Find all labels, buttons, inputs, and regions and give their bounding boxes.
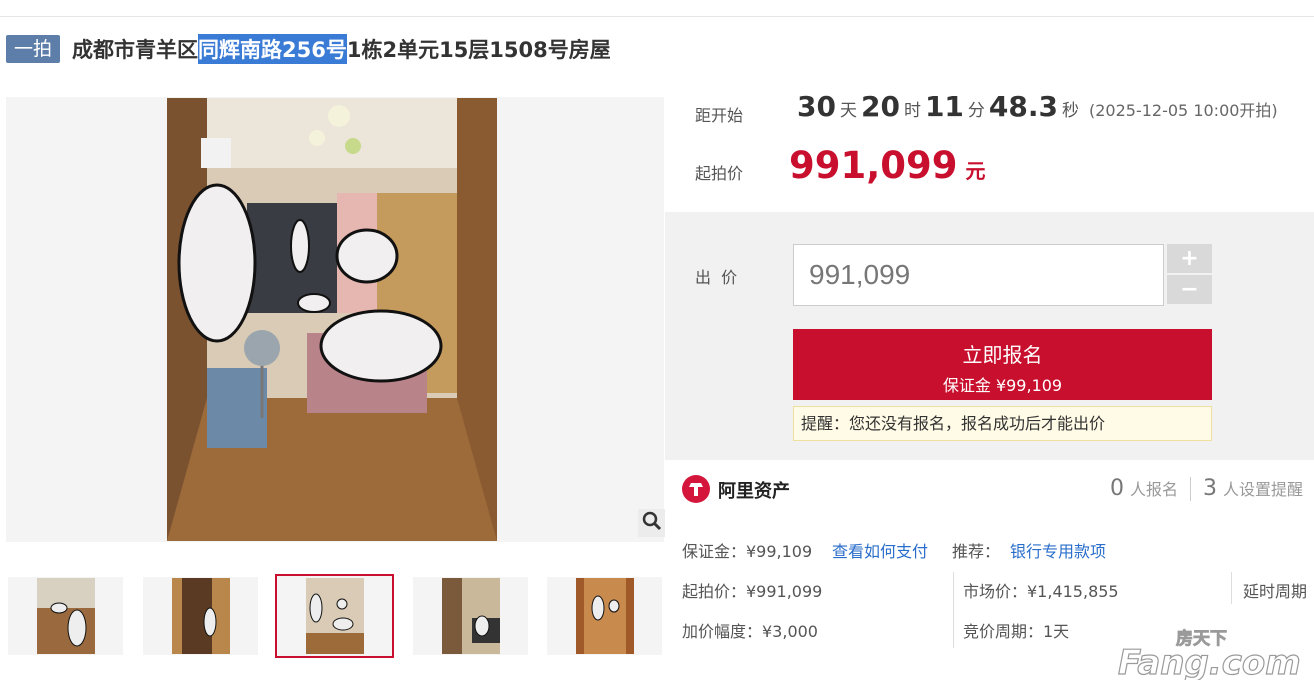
- start-price-info: 起拍价：¥991,099: [682, 582, 823, 601]
- main-photo-viewer: [6, 97, 666, 542]
- signup-deposit-label: 保证金 ¥99,109: [942, 376, 1063, 395]
- fang-watermark-logo: 房天下 Fang.com: [1114, 624, 1304, 684]
- thumbnail-2[interactable]: [143, 577, 258, 655]
- bank-payment-link[interactable]: 银行专用款项: [1010, 538, 1106, 562]
- details-divider-2: [1231, 572, 1232, 604]
- reminder-count-label: 人设置提醒: [1222, 480, 1303, 499]
- participation-stats: 0 人报名 3 人设置提醒: [1110, 476, 1303, 501]
- signup-button-label: 立即报名: [962, 343, 1043, 367]
- minutes-unit: 分: [967, 101, 985, 121]
- signup-count: 0: [1109, 476, 1124, 501]
- countdown-timer: 30 天 20 时 11 分 48.3 秒 (2025-12-05 10:00开拍): [793, 90, 1278, 123]
- countdown-minutes: 11: [924, 90, 964, 123]
- increase-bid-button[interactable]: +: [1167, 244, 1212, 273]
- start-price: 991,099 元: [789, 144, 986, 187]
- ali-assets-logo-icon: [682, 475, 710, 503]
- seconds-unit: 秒: [1062, 101, 1079, 121]
- recommend-label: 推荐：: [952, 542, 1001, 561]
- bid-label: 出 价: [695, 268, 738, 287]
- hours-unit: 时: [903, 101, 921, 121]
- auction-start-time: (2025-12-05 10:00开拍): [1089, 101, 1278, 120]
- auction-round-badge: 一拍: [6, 35, 61, 63]
- title-district: 成都市青羊区: [72, 38, 199, 62]
- title-row: 一拍 成都市青羊区 同辉南路256号 1栋2单元15层1508号房屋: [6, 33, 611, 65]
- start-price-label: 起拍价: [695, 164, 744, 183]
- signup-count-label: 人报名: [1129, 480, 1178, 499]
- bid-increment-info: 加价幅度：¥3,000: [682, 622, 818, 641]
- stats-divider: [1189, 476, 1191, 501]
- bid-panel: 出 价 991,099 + − 立即报名 保证金 ¥99,109 提醒：您还没有…: [665, 212, 1314, 460]
- delay-period-info: 延时周期: [1243, 582, 1308, 601]
- how-to-pay-link[interactable]: 查看如何支付: [832, 538, 928, 562]
- deposit-info: 保证金：¥99,109: [682, 542, 813, 561]
- bid-period-info: 竞价周期：1天: [963, 622, 1070, 641]
- thumbnail-3-selected[interactable]: [275, 574, 394, 658]
- decrease-bid-button[interactable]: −: [1167, 275, 1212, 304]
- thumbnail-1[interactable]: [8, 577, 123, 655]
- thumbnail-4[interactable]: [413, 577, 528, 655]
- auction-summary: 距开始 30 天 20 时 11 分 48.3 秒 (2025-12-05 10:00开…: [665, 78, 1314, 212]
- title-unit: 1栋2单元15层1508号房屋: [346, 38, 611, 62]
- thumbnail-5[interactable]: [547, 577, 662, 655]
- reminder-count: 3: [1202, 476, 1217, 501]
- zoom-button[interactable]: [638, 509, 666, 537]
- thumbnail-strip: [6, 574, 666, 658]
- market-price-info: 市场价：¥1,415,855: [963, 582, 1119, 601]
- countdown-hours: 20: [860, 90, 900, 123]
- title-highlighted-address: 同辉南路256号: [198, 34, 347, 64]
- bid-amount-input[interactable]: 991,099: [793, 244, 1164, 306]
- days-unit: 天: [839, 101, 857, 121]
- countdown-label: 距开始: [695, 106, 744, 125]
- organization-name: 阿里资产: [718, 481, 790, 502]
- start-price-value: 991,099: [789, 144, 958, 187]
- signup-button[interactable]: 立即报名 保证金 ¥99,109: [793, 329, 1212, 400]
- magnifier-icon: [642, 511, 662, 535]
- main-photo[interactable]: [167, 98, 497, 541]
- top-divider: [0, 16, 1314, 17]
- watermark-en-text: Fang.com: [1118, 643, 1301, 680]
- page-title: 成都市青羊区 同辉南路256号 1栋2单元15层1508号房屋: [72, 34, 611, 64]
- details-divider-1: [953, 572, 954, 648]
- organization-row: 阿里资产 0 人报名 3 人设置提醒: [665, 460, 1314, 520]
- countdown-days: 30: [797, 90, 836, 123]
- countdown-seconds: 48.3: [988, 90, 1058, 123]
- start-price-unit: 元: [965, 159, 986, 183]
- signup-reminder-notice: 提醒：您还没有报名，报名成功后才能出价: [793, 406, 1212, 441]
